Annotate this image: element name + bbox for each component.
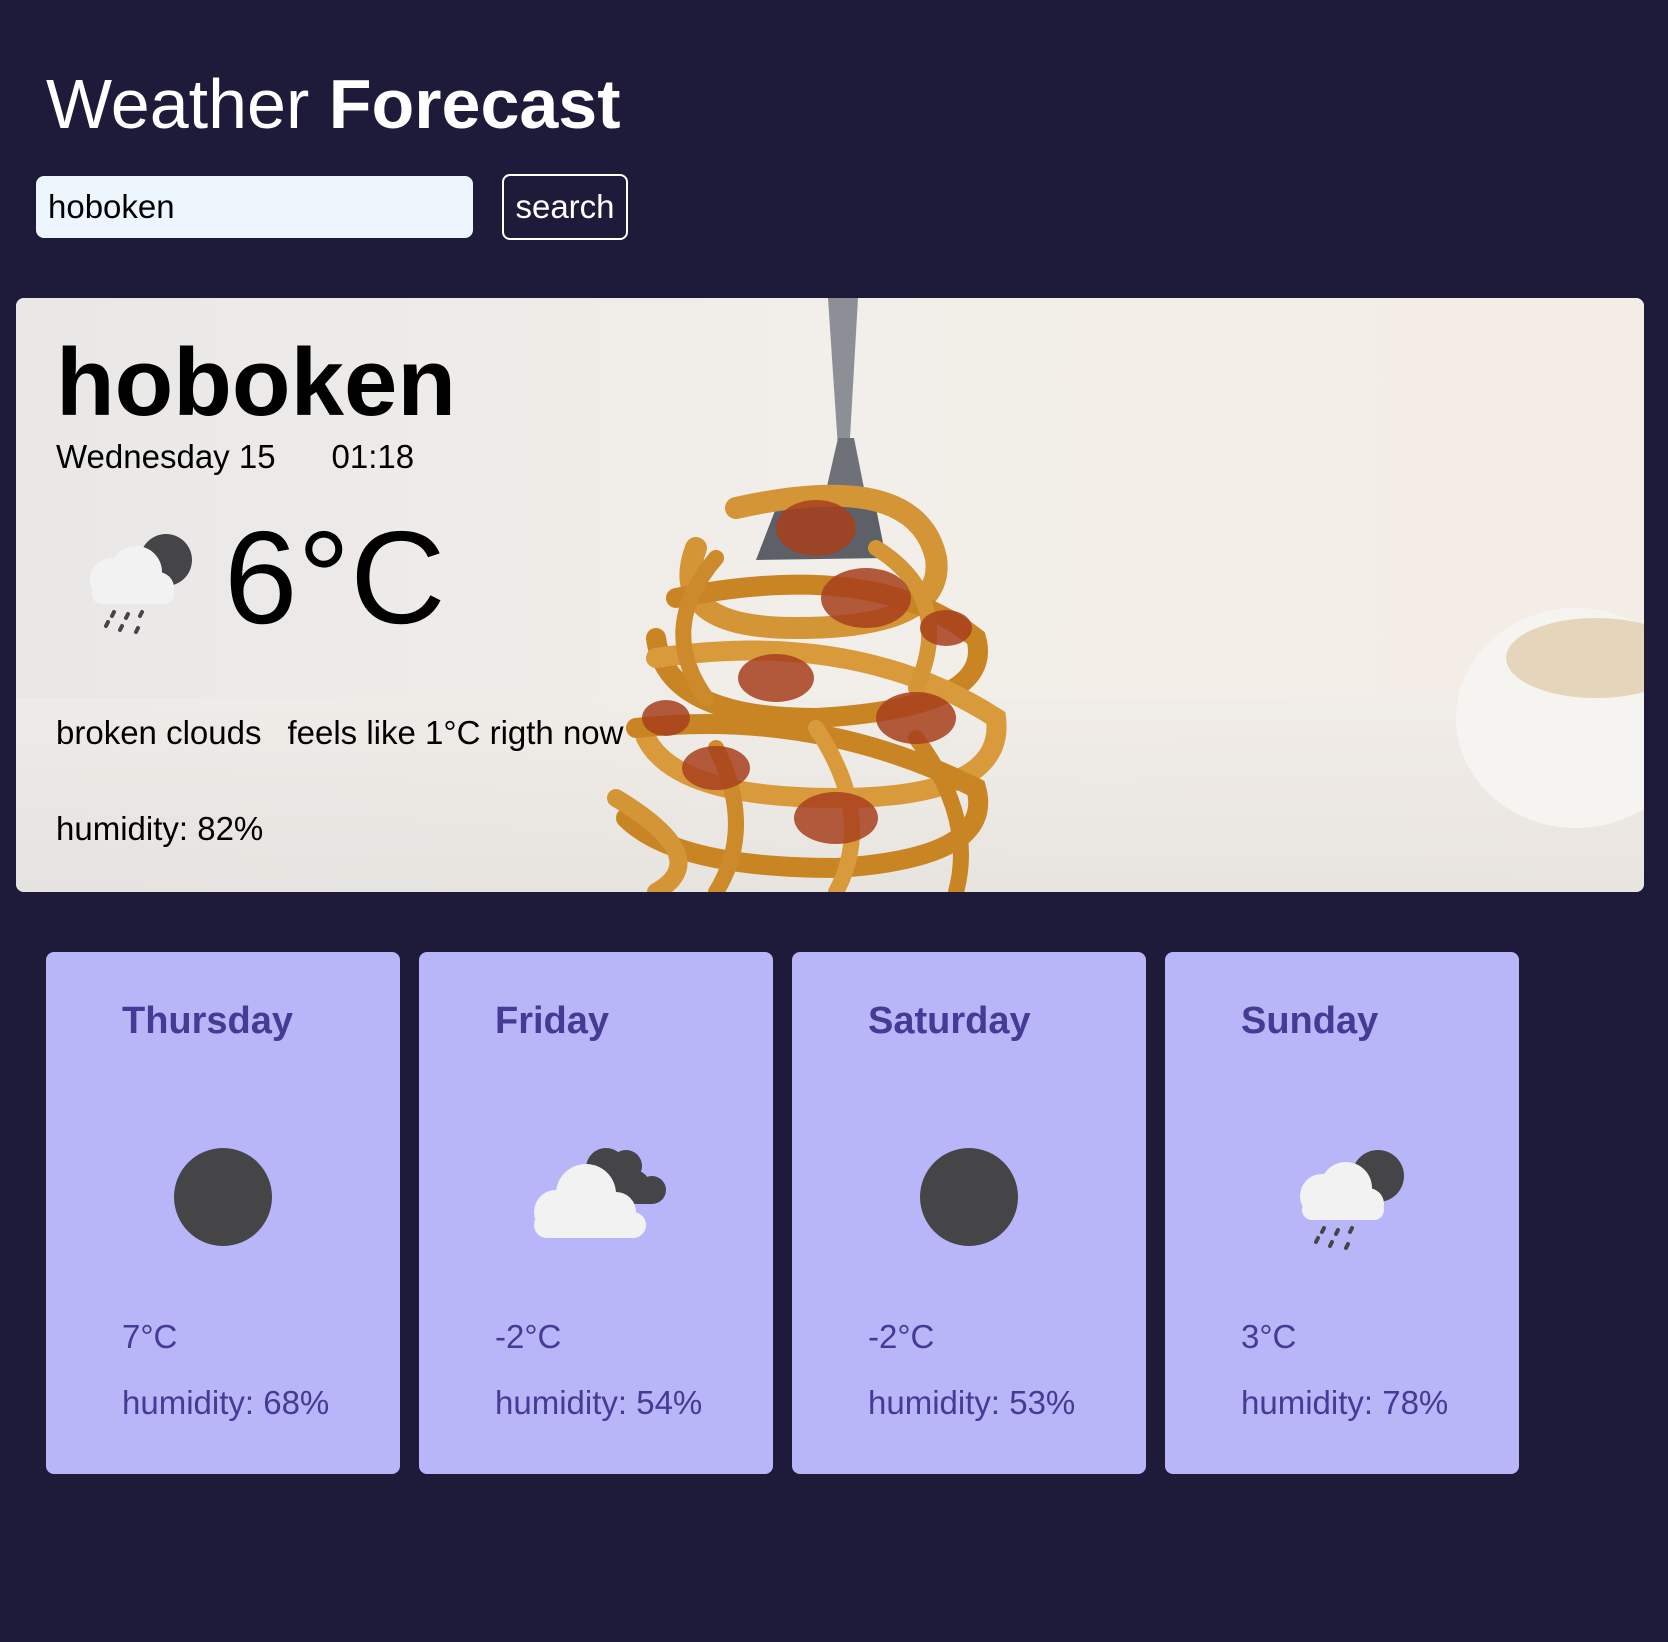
- weather-description: broken clouds: [56, 714, 262, 751]
- forecast-day: Sunday: [1241, 1000, 1379, 1042]
- current-weather-card: hoboken Wednesday 15 01:18 6°C broken clo…: [16, 298, 1644, 892]
- city-name: hoboken: [56, 329, 456, 436]
- forecast-humidity: humidity: 53%: [868, 1384, 1076, 1421]
- date-time: Wednesday 15 01:18: [56, 438, 414, 476]
- forecast-card: Saturday -2°C humidity: 53%: [792, 952, 1146, 1474]
- app-title-regular: Weather: [46, 65, 310, 143]
- forecast-day: Friday: [495, 1000, 610, 1042]
- search-button[interactable]: search: [502, 174, 628, 240]
- forecast-card: Friday -2°C humidity: 54%: [419, 952, 773, 1474]
- dark-circle-icon: [920, 1148, 1018, 1246]
- weather-app: Weather Forecast search: [0, 0, 1668, 1642]
- current-humidity: humidity: 82%: [56, 810, 264, 847]
- current-temperature: 6°C: [224, 504, 446, 651]
- rain-cloud-dark-moon-icon: [90, 534, 192, 634]
- search-input[interactable]: [36, 176, 473, 238]
- forecast-humidity: humidity: 54%: [495, 1384, 703, 1421]
- feels-like: feels like 1°C rigth now: [287, 714, 624, 751]
- rain-cloud-dark-moon-icon: [1300, 1150, 1404, 1250]
- forecast-card: Sunday 3°C humidity: 78%: [1165, 952, 1519, 1474]
- forecast-temperature: 7°C: [122, 1318, 178, 1355]
- app-title: Weather Forecast: [46, 62, 621, 146]
- forecast-card: Thursday 7°C humidity: 68%: [46, 952, 400, 1474]
- cloud-dark-clouds-icon: [534, 1148, 666, 1238]
- forecast-humidity: humidity: 78%: [1241, 1384, 1449, 1421]
- forecast-temperature: 3°C: [1241, 1318, 1297, 1355]
- dark-circle-icon: [174, 1148, 272, 1246]
- weather-description-line: broken clouds feels like 1°C rigth now: [56, 714, 623, 752]
- current-date: Wednesday 15: [56, 438, 276, 475]
- app-title-bold: Forecast: [328, 65, 621, 143]
- forecast-temperature: -2°C: [495, 1318, 562, 1355]
- forecast-temperature: -2°C: [868, 1318, 935, 1355]
- current-time: 01:18: [331, 438, 415, 475]
- forecast-day: Saturday: [868, 1000, 1031, 1042]
- forecast-humidity: humidity: 68%: [122, 1384, 330, 1421]
- forecast-day: Thursday: [122, 1000, 294, 1042]
